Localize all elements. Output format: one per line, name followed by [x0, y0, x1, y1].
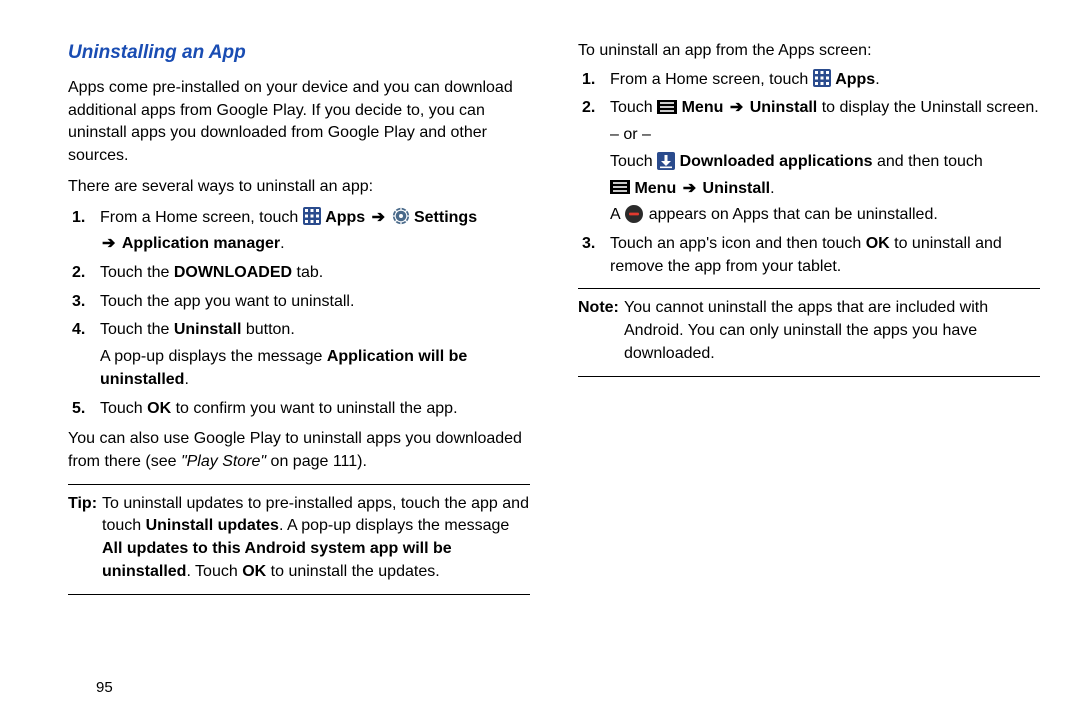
- ways-paragraph: There are several ways to uninstall an a…: [68, 176, 530, 199]
- menu-icon: [610, 180, 630, 194]
- tip-text: . Touch: [186, 563, 242, 580]
- step-text: to confirm you want to uninstall the app…: [171, 400, 457, 417]
- step-5: 5. Touch OK to confirm you want to unins…: [68, 398, 530, 421]
- section-heading: Uninstalling an App: [68, 40, 530, 67]
- uninstall-updates-label: Uninstall updates: [146, 517, 279, 534]
- download-icon: [657, 152, 675, 170]
- steps-list: 1. From a Home screen, touch Apps ➔ Sett…: [68, 207, 530, 421]
- separator: [68, 484, 530, 485]
- dot: .: [184, 371, 188, 388]
- step-3: 3. Touch the app you want to uninstall.: [68, 291, 530, 314]
- step-subtext: A pop-up displays the message: [100, 348, 327, 365]
- step-text: Touch: [100, 400, 147, 417]
- dot: .: [280, 235, 284, 252]
- step-2: 2. Touch the DOWNLOADED tab.: [68, 262, 530, 285]
- note-label: Note:: [578, 297, 624, 365]
- arrow: ➔: [681, 180, 703, 197]
- uninstall-label: Uninstall: [703, 180, 771, 197]
- step-1: 1. From a Home screen, touch Apps ➔ Sett…: [68, 207, 530, 256]
- menu-label: Menu: [634, 180, 676, 197]
- separator: [68, 594, 530, 595]
- step-text: to display the Uninstall screen.: [822, 99, 1039, 116]
- ok-label: OK: [866, 235, 890, 252]
- ok-label: OK: [147, 400, 171, 417]
- step-r1: 1. From a Home screen, touch Apps.: [578, 69, 1040, 92]
- apps-grid-icon: [813, 69, 831, 87]
- step-text: From a Home screen, touch: [610, 71, 813, 88]
- dot: .: [770, 180, 774, 197]
- downloaded-apps-label: Downloaded applications: [680, 153, 873, 170]
- settings-gear-icon: [392, 207, 410, 225]
- remove-badge-icon: [624, 204, 644, 224]
- apps-grid-icon: [303, 207, 321, 225]
- tip-block: Tip: To uninstall updates to pre-install…: [68, 493, 530, 584]
- step-text: Touch: [610, 99, 657, 116]
- step-text: Touch the: [100, 321, 174, 338]
- note-block: Note: You cannot uninstall the apps that…: [578, 297, 1040, 365]
- step-text: appears on Apps that can be uninstalled.: [649, 206, 938, 223]
- apps-label: Apps: [325, 209, 365, 226]
- tip-text: to uninstall the updates.: [266, 563, 439, 580]
- step-text: Touch the: [100, 264, 174, 281]
- or-text: – or –: [610, 124, 1040, 147]
- separator: [578, 376, 1040, 377]
- uninstall-label: Uninstall: [174, 321, 242, 338]
- step-text: and then touch: [877, 153, 983, 170]
- settings-label: Settings: [414, 209, 477, 226]
- tip-label: Tip:: [68, 493, 102, 584]
- arrow: ➔: [100, 235, 122, 252]
- step-text: A: [610, 206, 624, 223]
- step-text: Touch an app's icon and then touch: [610, 235, 866, 252]
- step-text: button.: [241, 321, 294, 338]
- right-column: To uninstall an app from the Apps screen…: [578, 40, 1040, 603]
- tip-text: . A pop-up displays the message: [279, 517, 509, 534]
- step-text: Touch the app you want to uninstall.: [100, 291, 530, 314]
- steps-list-right: 1. From a Home screen, touch Apps. 2. To…: [578, 69, 1040, 279]
- menu-label: Menu: [682, 99, 724, 116]
- step-r3: 3. Touch an app's icon and then touch OK…: [578, 233, 1040, 278]
- uninstall-label: Uninstall: [750, 99, 818, 116]
- appmgr-label: Application manager: [122, 235, 280, 252]
- step-text: Touch: [610, 153, 657, 170]
- also-text: on page 111).: [266, 453, 367, 470]
- left-column: Uninstalling an App Apps come pre-instal…: [68, 40, 530, 603]
- arrow: ➔: [370, 209, 392, 226]
- step-text: tab.: [292, 264, 323, 281]
- step-r2: 2. Touch Menu ➔ Uninstall to display the…: [578, 97, 1040, 227]
- step-text: From a Home screen, touch: [100, 209, 303, 226]
- dot: .: [875, 71, 879, 88]
- downloaded-label: DOWNLOADED: [174, 264, 292, 281]
- page-number: 95: [96, 677, 113, 698]
- apps-label: Apps: [835, 71, 875, 88]
- menu-icon: [657, 100, 677, 114]
- arrow: ➔: [728, 99, 750, 116]
- play-store-ref: "Play Store": [181, 453, 266, 470]
- ok-label: OK: [242, 563, 266, 580]
- also-paragraph: You can also use Google Play to uninstal…: [68, 428, 530, 473]
- intro-paragraph: Apps come pre-installed on your device a…: [68, 77, 530, 168]
- note-text: You cannot uninstall the apps that are i…: [624, 297, 1040, 365]
- right-intro: To uninstall an app from the Apps screen…: [578, 40, 1040, 63]
- step-4: 4. Touch the Uninstall button. A pop-up …: [68, 319, 530, 391]
- separator: [578, 288, 1040, 289]
